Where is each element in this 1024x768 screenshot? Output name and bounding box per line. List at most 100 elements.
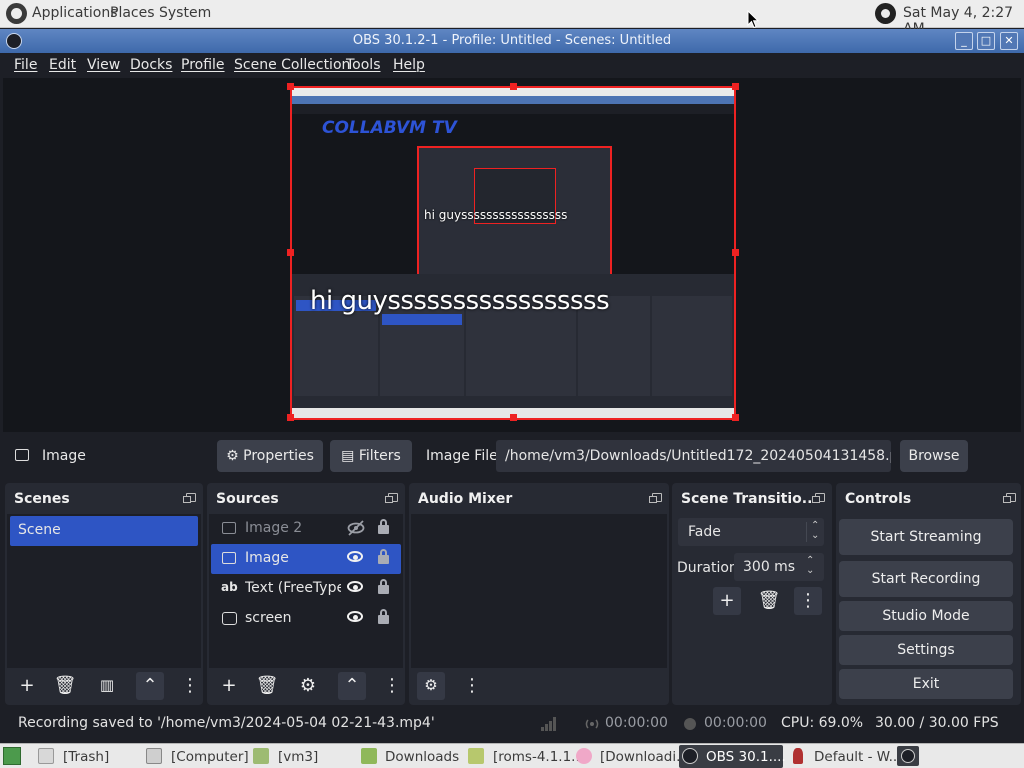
menu-help[interactable]: Help	[393, 57, 425, 73]
resize-handle-w[interactable]	[287, 249, 294, 256]
properties-button[interactable]: ⚙ Properties	[217, 440, 323, 472]
resize-handle-s[interactable]	[510, 414, 517, 421]
dock-float-icon[interactable]	[183, 493, 196, 503]
exit-button[interactable]: Exit	[839, 669, 1013, 699]
taskbar-item-vm3[interactable]: [vm3]	[253, 745, 353, 768]
nested-statusbar	[292, 400, 734, 408]
minimize-button[interactable]: _	[955, 32, 973, 50]
source-item[interactable]: screen	[211, 604, 401, 634]
add-source-button[interactable]: +	[215, 672, 243, 700]
audio-mixer-more-button[interactable]: ⋮	[463, 672, 481, 700]
image-file-path-field[interactable]: /home/vm3/Downloads/Untitled172_20240504…	[496, 440, 891, 472]
maximize-button[interactable]: □	[977, 32, 995, 50]
browse-button[interactable]: Browse	[900, 440, 968, 472]
image-icon	[222, 522, 236, 534]
source-more-button[interactable]: ⋮	[383, 672, 401, 700]
lock-icon[interactable]	[378, 579, 389, 594]
nested-controls-dock	[652, 296, 732, 396]
menu-scene-collection[interactable]: Scene Collection	[234, 57, 350, 73]
preview-canvas[interactable]: COLLABVM TV hi guysssssssssssssssss hi g…	[290, 86, 736, 420]
eye-icon[interactable]	[347, 611, 363, 622]
show-desktop-icon[interactable]	[3, 747, 21, 765]
transition-properties-button[interactable]: ⋮	[794, 587, 822, 615]
resize-handle-se[interactable]	[732, 414, 739, 421]
remove-source-button[interactable]: 🗑	[253, 672, 281, 700]
studio-mode-button[interactable]: Studio Mode	[839, 601, 1013, 631]
menu-tools[interactable]: Tools	[346, 57, 381, 73]
taskbar-item-roms[interactable]: [roms-4.1.1...	[468, 745, 584, 768]
start-recording-button[interactable]: Start Recording	[839, 561, 1013, 597]
scene-more-button[interactable]: ⋮	[181, 672, 199, 700]
menu-view[interactable]: View	[87, 57, 120, 73]
taskbar-item-downloads[interactable]: Downloads	[361, 745, 461, 768]
eye-hidden-icon[interactable]	[347, 520, 365, 536]
taskbar-item-label: [vm3]	[278, 749, 319, 765]
audio-mixer-toolbar: ⚙ ⋮	[411, 669, 667, 703]
menu-docks[interactable]: Docks	[130, 57, 172, 73]
start-streaming-button[interactable]: Start Streaming	[839, 519, 1013, 555]
menu-file[interactable]: File	[14, 57, 37, 73]
scene-filters-button[interactable]: ▥	[93, 672, 121, 700]
filters-button[interactable]: ▤ Filters	[330, 440, 412, 472]
taskbar-item-wine[interactable]: Default - W...	[790, 745, 901, 768]
taskbar-item-obs[interactable]: OBS 30.1....	[679, 745, 786, 768]
obs-icon	[901, 749, 915, 763]
fps: 30.00 / 30.00 FPS	[875, 715, 999, 731]
obs-tray-icon[interactable]	[875, 3, 896, 24]
settings-button[interactable]: Settings	[839, 635, 1013, 665]
preview-area[interactable]: COLLABVM TV hi guysssssssssssssssss hi g…	[3, 78, 1021, 432]
resize-handle-nw[interactable]	[287, 83, 294, 90]
nested-menubar	[292, 104, 734, 114]
transition-select[interactable]: Fade ⌃ ⌄	[678, 518, 824, 546]
resize-handle-n[interactable]	[510, 83, 517, 90]
transition-select-value: Fade	[688, 524, 721, 540]
menu-profile[interactable]: Profile	[181, 57, 225, 73]
add-transition-button[interactable]: +	[713, 587, 741, 615]
network-signal-icon	[541, 717, 556, 731]
source-item[interactable]: Image	[211, 544, 401, 574]
taskbar-item-downloading[interactable]: [Downloadi...	[576, 745, 689, 768]
source-properties-button[interactable]: ⚙	[294, 672, 322, 700]
remove-transition-button[interactable]: 🗑	[755, 587, 783, 615]
applications-menu[interactable]: Applications	[32, 5, 118, 21]
resize-handle-ne[interactable]	[732, 83, 739, 90]
dock-float-icon[interactable]	[649, 493, 662, 503]
system-menu[interactable]: System	[159, 5, 211, 21]
spin-arrows-icon[interactable]: ⌃ ⌄	[806, 556, 814, 576]
taskbar-item-trash[interactable]: [Trash]	[38, 745, 138, 768]
scene-item[interactable]: Scene	[10, 516, 198, 546]
record-indicator-icon	[684, 718, 696, 730]
resize-handle-e[interactable]	[732, 249, 739, 256]
dock-float-icon[interactable]	[385, 493, 398, 503]
move-source-up-button[interactable]: ⌃	[338, 672, 366, 700]
lock-icon[interactable]	[378, 609, 389, 624]
advanced-audio-settings-button[interactable]: ⚙	[417, 672, 445, 700]
source-item[interactable]: Image 2	[211, 514, 401, 544]
controls-dock: Controls Start Streaming Start Recording…	[836, 483, 1021, 705]
taskbar-item-label: [roms-4.1.1...	[493, 749, 585, 765]
source-item[interactable]: ab Text (FreeType 2	[211, 574, 401, 604]
status-message: Recording saved to '/home/vm3/2024-05-04…	[18, 715, 435, 731]
top-panel: Applications Places System Sat May 4, 2:…	[0, 0, 1024, 37]
places-menu[interactable]: Places	[110, 5, 155, 21]
resize-handle-sw[interactable]	[287, 414, 294, 421]
close-button[interactable]: ✕	[1000, 32, 1018, 50]
eye-icon[interactable]	[347, 581, 363, 592]
dock-float-icon[interactable]	[812, 493, 825, 503]
scenes-list: Scene	[7, 514, 201, 668]
duration-spinbox[interactable]: 300 ms ⌃ ⌄	[734, 553, 824, 581]
eye-icon[interactable]	[347, 551, 363, 562]
menu-edit[interactable]: Edit	[49, 57, 76, 73]
move-scene-up-button[interactable]: ⌃	[136, 672, 164, 700]
overlay-text-small: hi guysssssssssssssssss	[424, 208, 568, 222]
overlay-brand: COLLABVM TV	[322, 118, 457, 138]
remove-scene-button[interactable]: 🗑	[51, 672, 79, 700]
add-scene-button[interactable]: +	[13, 672, 41, 700]
gnome-foot-icon[interactable]	[6, 3, 27, 24]
taskbar-item-computer[interactable]: [Computer]	[146, 745, 249, 768]
dock-float-icon[interactable]	[1003, 493, 1016, 503]
controls-dock-title: Controls	[845, 491, 912, 507]
lock-icon[interactable]	[378, 549, 389, 564]
source-item-label: Text (FreeType 2	[245, 580, 341, 596]
lock-icon[interactable]	[378, 519, 389, 534]
